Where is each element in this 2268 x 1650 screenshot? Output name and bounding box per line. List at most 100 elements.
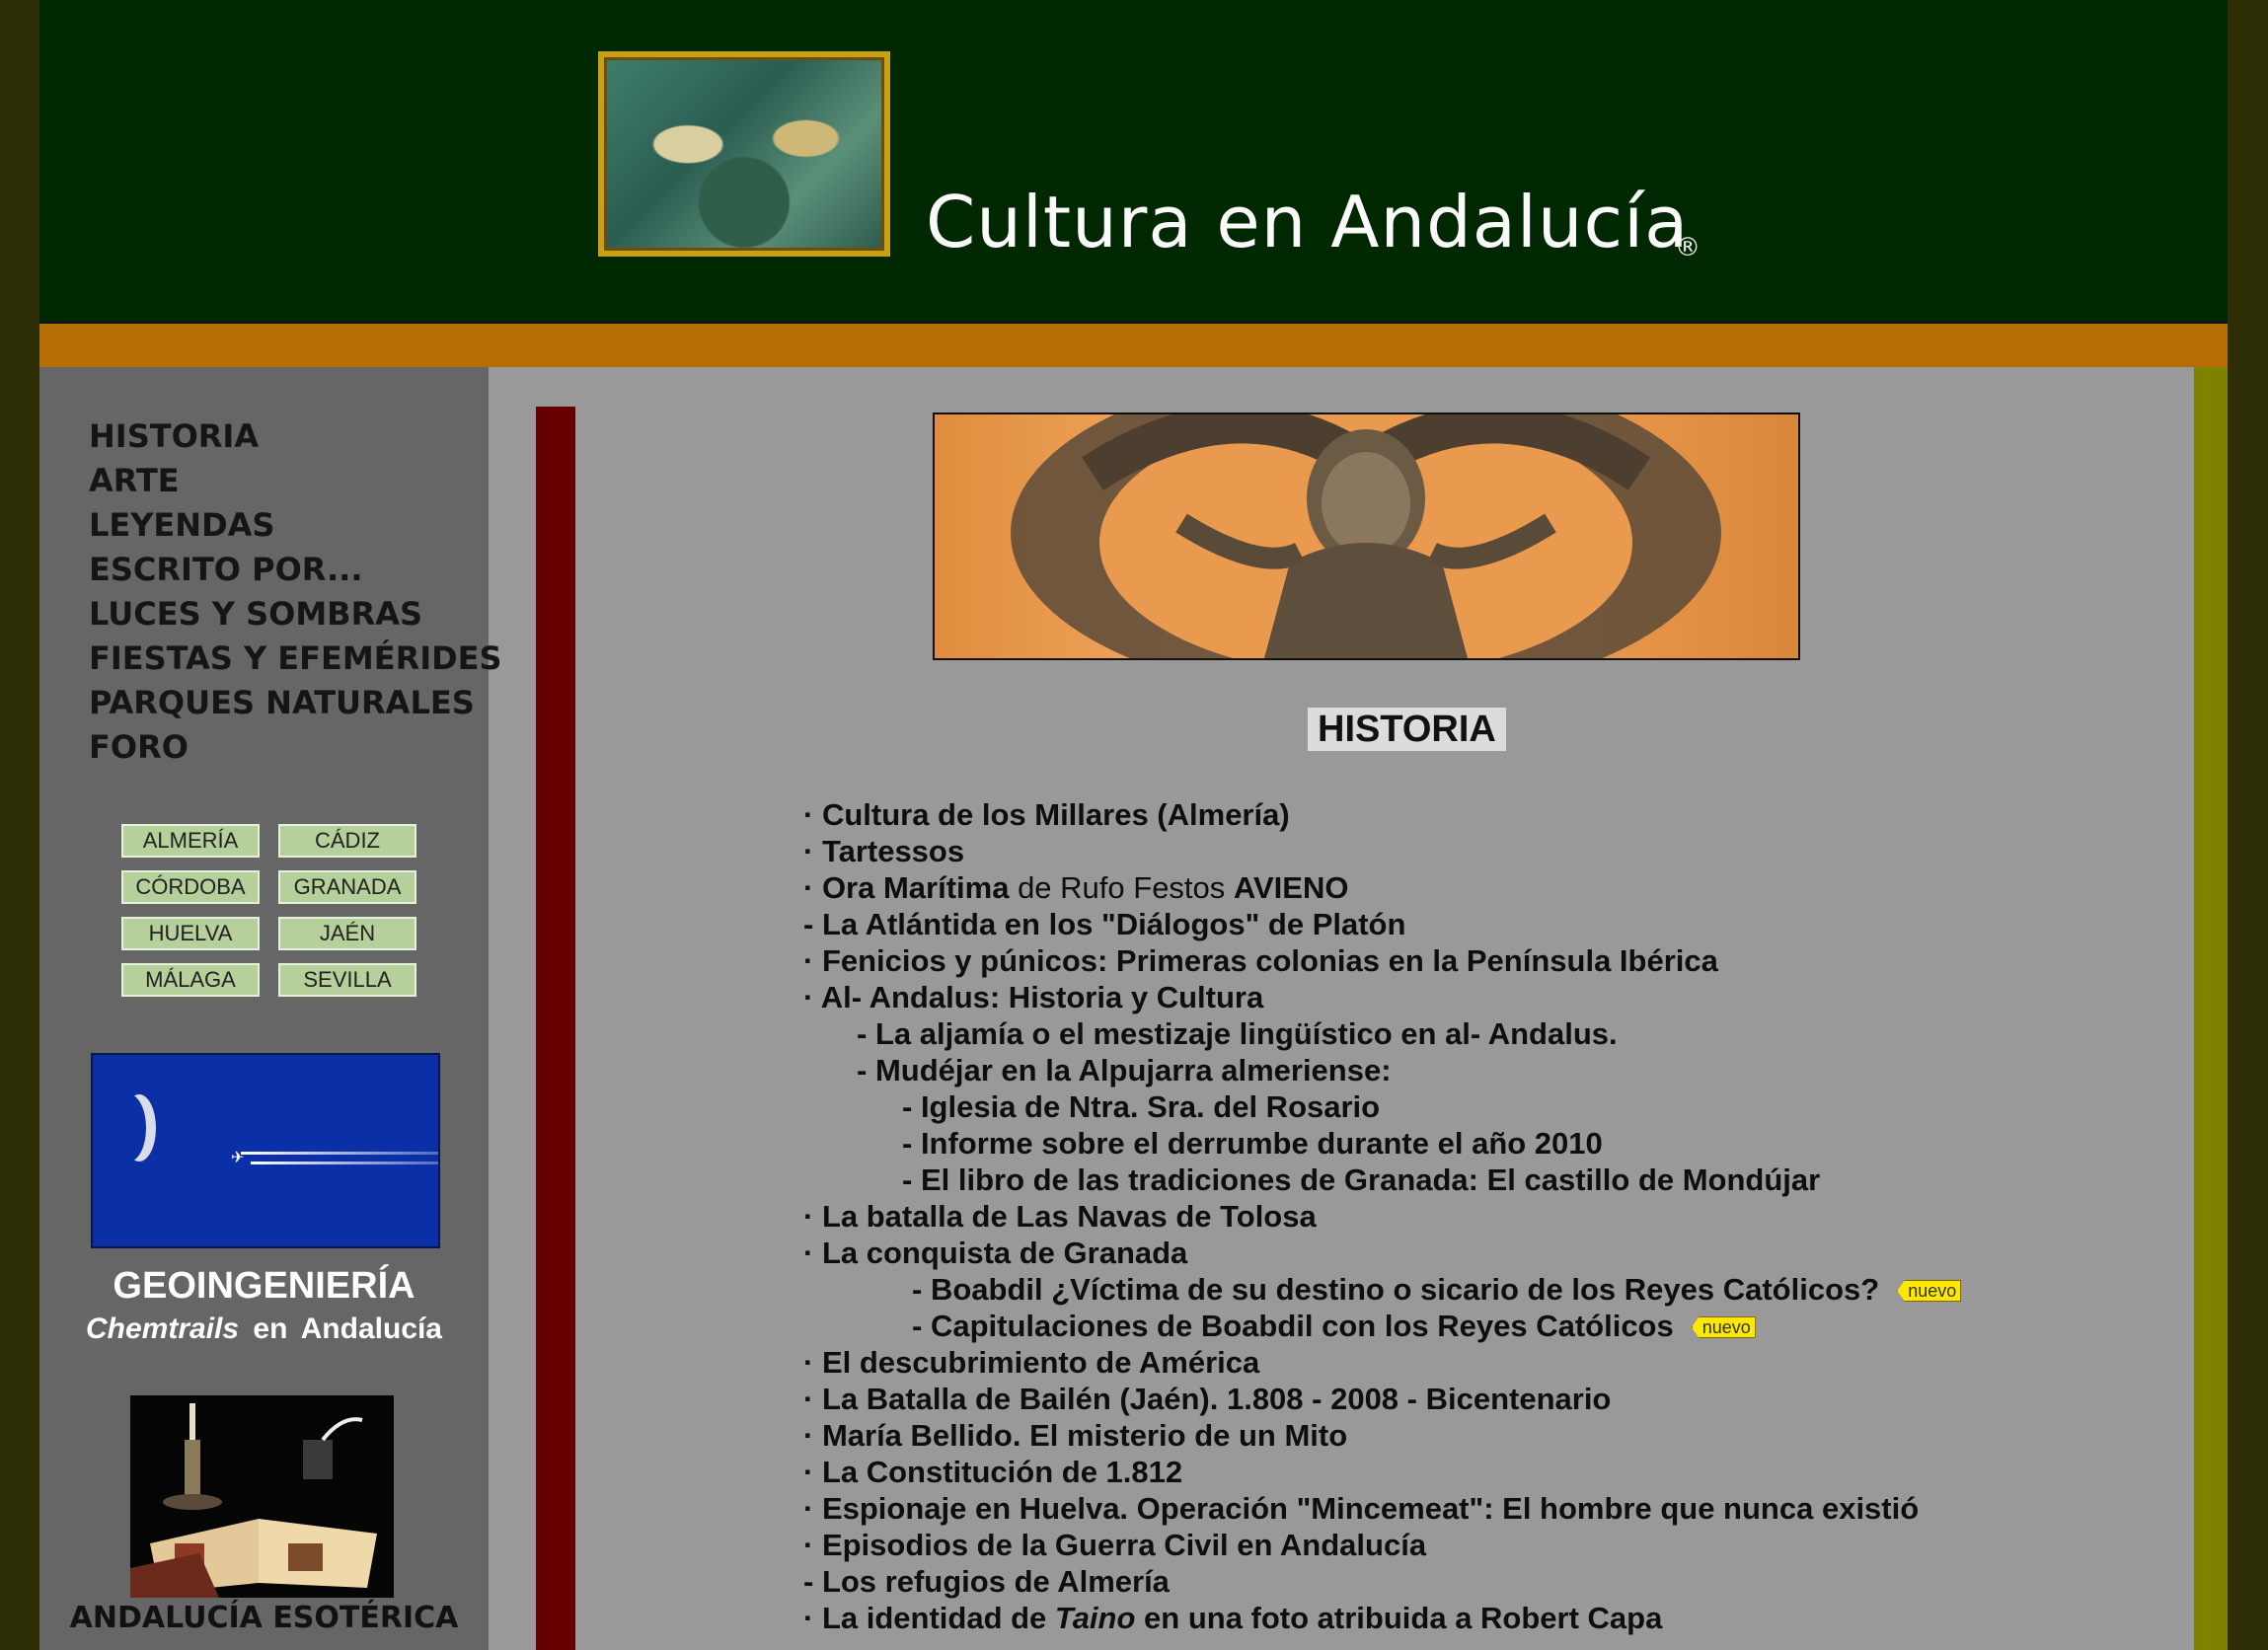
list-bullet: - bbox=[902, 1089, 921, 1124]
nav-item-parques-naturales[interactable]: PARQUES NATURALES bbox=[89, 681, 502, 725]
header-divider-band bbox=[39, 324, 2228, 367]
link-text: Informe sobre el derrumbe durante el año… bbox=[920, 1126, 1603, 1161]
list-bullet: · bbox=[803, 797, 822, 832]
historia-link[interactable]: La Constitución de 1.812 bbox=[822, 1455, 1182, 1489]
province-button-cadiz[interactable]: CÁDIZ bbox=[278, 824, 416, 858]
nuevo-badge: nuevo bbox=[1897, 1280, 1962, 1302]
list-bullet: - bbox=[902, 1162, 921, 1197]
nav-item-escrito-por[interactable]: ESCRITO POR... bbox=[89, 548, 502, 592]
contrail bbox=[251, 1162, 438, 1164]
list-bullet: · bbox=[803, 870, 822, 905]
list-bullet: · bbox=[803, 943, 822, 978]
airplane-icon: ✈ bbox=[231, 1150, 245, 1166]
link-text: La Batalla de Bailén (Jaén). 1.808 - 200… bbox=[821, 1382, 1612, 1416]
historia-link[interactable]: Tartessos bbox=[822, 834, 964, 868]
list-bullet: - bbox=[912, 1309, 931, 1343]
nav-item-historia[interactable]: HISTORIA bbox=[89, 414, 502, 459]
historia-link[interactable]: La identidad de Taino en una foto atribu… bbox=[822, 1601, 1662, 1635]
nav-item-leyendas[interactable]: LEYENDAS bbox=[89, 503, 502, 548]
province-button-almeria[interactable]: ALMERÍA bbox=[121, 824, 260, 858]
historia-list-item: · Episodios de la Guerra Civil en Andalu… bbox=[803, 1527, 1961, 1563]
historia-link[interactable]: La Atlántida en los "Diálogos" de Platón bbox=[822, 907, 1405, 941]
site-header: Cultura en Andalucía ® bbox=[39, 0, 2228, 324]
geoingenieria-subtitle[interactable]: Chemtrails en Andalucía bbox=[39, 1312, 489, 1346]
nav-item-foro[interactable]: FORO bbox=[89, 725, 502, 770]
link-text: La conquista de Granada bbox=[821, 1236, 1188, 1270]
historia-link[interactable]: Ora Marítima de Rufo Festos AVIENO bbox=[822, 870, 1349, 905]
andalucia-esoterica-title[interactable]: ANDALUCÍA ESOTÉRICA bbox=[39, 1601, 489, 1635]
historia-list-item: · Cultura de los Millares (Almería) bbox=[803, 796, 1961, 833]
historia-link[interactable]: Boabdil ¿Víctima de su destino o sicario… bbox=[931, 1272, 1879, 1307]
main-nav: HISTORIA ARTE LEYENDAS ESCRITO POR... LU… bbox=[89, 414, 502, 770]
nav-item-luces-y-sombras[interactable]: LUCES Y SOMBRAS bbox=[89, 592, 502, 637]
right-edge-bar bbox=[2194, 367, 2228, 1650]
nav-item-fiestas[interactable]: FIESTAS Y EFEMÉRIDES bbox=[89, 637, 502, 681]
list-bullet: · bbox=[803, 980, 821, 1014]
link-text-tail: en una foto atribuida a Robert Capa bbox=[1135, 1601, 1663, 1635]
link-text: La Constitución de 1.812 bbox=[821, 1455, 1183, 1489]
esoteric-book-image[interactable] bbox=[130, 1395, 394, 1598]
link-text: La batalla de Las Navas de Tolosa bbox=[821, 1199, 1317, 1234]
link-text: El libro de las tradiciones de Granada: … bbox=[920, 1162, 1821, 1197]
chemtrails-sky-image[interactable]: ✈ bbox=[91, 1053, 440, 1248]
historia-link-list: · Cultura de los Millares (Almería) · Tar… bbox=[803, 796, 1962, 1636]
site-title[interactable]: Cultura en Andalucía bbox=[926, 181, 1689, 263]
historia-list-item: · María Bellido. El misterio de un Mito bbox=[803, 1417, 1961, 1454]
province-button-cordoba[interactable]: CÓRDOBA bbox=[121, 870, 260, 904]
link-text: Cultura de los Millares (Almería) bbox=[821, 797, 1290, 832]
historia-link[interactable]: Cultura de los Millares (Almería) bbox=[822, 797, 1290, 832]
province-button-jaen[interactable]: JAÉN bbox=[278, 917, 416, 950]
list-bullet: · bbox=[803, 1418, 822, 1453]
historia-list-item: - Capitulaciones de Boabdil con los Reye… bbox=[803, 1308, 1961, 1344]
link-text-author: de Rufo Festos bbox=[1009, 870, 1234, 905]
historia-link[interactable]: El descubrimiento de América bbox=[822, 1345, 1259, 1380]
geo-subtitle-rest: en Andalucía bbox=[253, 1312, 442, 1345]
list-bullet: · bbox=[803, 1528, 822, 1562]
list-bullet: - bbox=[857, 1053, 875, 1088]
historia-link[interactable]: Fenicios y púnicos: Primeras colonias en… bbox=[822, 943, 1718, 978]
geoingenieria-title[interactable]: GEOINGENIERÍA bbox=[39, 1265, 489, 1308]
historia-list-item: · Tartessos bbox=[803, 833, 1961, 869]
historia-link[interactable]: Episodios de la Guerra Civil en Andalucí… bbox=[822, 1528, 1426, 1562]
historia-link[interactable]: El libro de las tradiciones de Granada: … bbox=[921, 1162, 1820, 1197]
historia-link[interactable]: La aljamía o el mestizaje lingüístico en… bbox=[875, 1016, 1618, 1051]
header-logo-image[interactable] bbox=[598, 51, 890, 257]
link-text: Boabdil ¿Víctima de su destino o sicario… bbox=[930, 1272, 1880, 1307]
historia-list-item: · El descubrimiento de América bbox=[803, 1344, 1961, 1381]
historia-link[interactable]: Espionaje en Huelva. Operación "Mincemea… bbox=[822, 1491, 1919, 1526]
historia-link[interactable]: María Bellido. El misterio de un Mito bbox=[822, 1418, 1347, 1453]
historia-link[interactable]: La batalla de Las Navas de Tolosa bbox=[822, 1199, 1317, 1234]
content-accent-bar bbox=[536, 407, 575, 1650]
historia-list-item: - Mudéjar en la Alpujarra almeriense: bbox=[803, 1052, 1961, 1088]
nav-item-arte[interactable]: ARTE bbox=[89, 459, 502, 503]
historia-link[interactable]: Informe sobre el derrumbe durante el año… bbox=[921, 1126, 1603, 1161]
historia-link[interactable]: La conquista de Granada bbox=[822, 1236, 1187, 1270]
historia-link[interactable]: La Batalla de Bailén (Jaén). 1.808 - 200… bbox=[822, 1382, 1611, 1416]
historia-list-item: - Los refugios de Almería bbox=[803, 1563, 1961, 1600]
historia-link[interactable]: Iglesia de Ntra. Sra. del Rosario bbox=[921, 1089, 1380, 1124]
link-text: Tartessos bbox=[821, 834, 965, 868]
province-button-huelva[interactable]: HUELVA bbox=[121, 917, 260, 950]
link-text: Iglesia de Ntra. Sra. del Rosario bbox=[920, 1089, 1381, 1124]
list-bullet: · bbox=[803, 1455, 822, 1489]
page: Cultura en Andalucía ® HISTORIA ARTE LEY… bbox=[39, 0, 2228, 1650]
sidebar: HISTORIA ARTE LEYENDAS ESCRITO POR... LU… bbox=[39, 367, 502, 1650]
province-button-malaga[interactable]: MÁLAGA bbox=[121, 963, 260, 997]
historia-link[interactable]: Al- Andalus: Historia y Cultura bbox=[821, 980, 1263, 1014]
historia-list-item: - El libro de las tradiciones de Granada… bbox=[803, 1162, 1961, 1198]
chemtrails-text: Chemtrails bbox=[85, 1312, 240, 1345]
list-bullet: - bbox=[803, 907, 822, 941]
list-bullet: · bbox=[803, 1601, 822, 1635]
historia-link[interactable]: Capitulaciones de Boabdil con los Reyes … bbox=[931, 1309, 1674, 1343]
historia-link[interactable]: Mudéjar en la Alpujarra almeriense: bbox=[875, 1053, 1392, 1088]
historia-list-item: - La Atlántida en los "Diálogos" de Plat… bbox=[803, 906, 1961, 942]
historia-list-item: · Espionaje en Huelva. Operación "Mincem… bbox=[803, 1490, 1961, 1527]
link-text: Episodios de la Guerra Civil en Andalucí… bbox=[821, 1528, 1427, 1562]
historia-list-item: · Fenicios y púnicos: Primeras colonias … bbox=[803, 942, 1961, 979]
province-button-sevilla[interactable]: SEVILLA bbox=[278, 963, 416, 997]
historia-link[interactable]: Los refugios de Almería bbox=[822, 1564, 1170, 1599]
link-text-tail: AVIENO bbox=[1233, 870, 1349, 905]
historia-list-item: - Informe sobre el derrumbe durante el a… bbox=[803, 1125, 1961, 1162]
open-book-icon bbox=[130, 1403, 377, 1598]
province-button-granada[interactable]: GRANADA bbox=[278, 870, 416, 904]
